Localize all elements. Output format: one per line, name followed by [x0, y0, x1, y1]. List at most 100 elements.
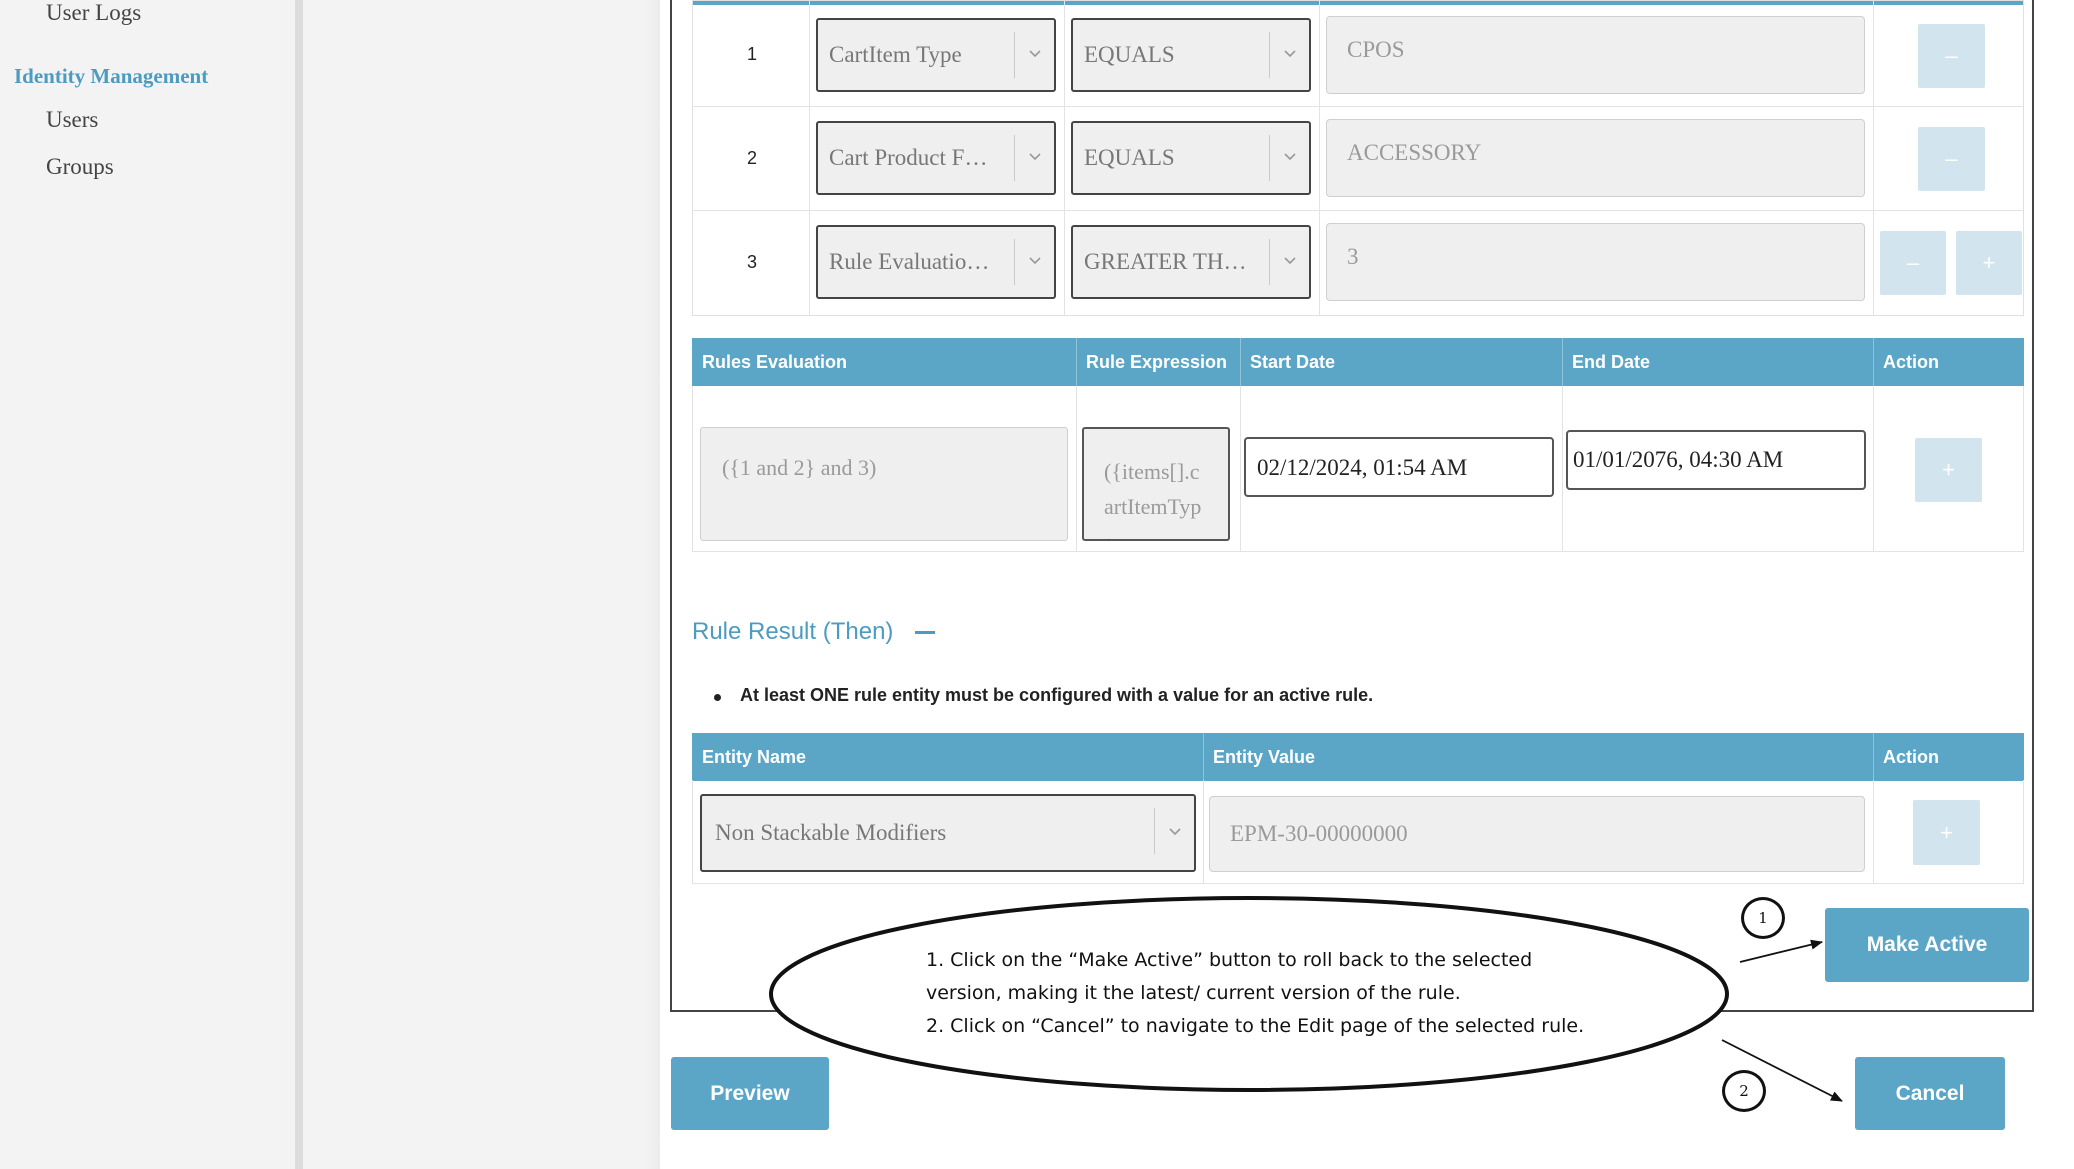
header-action: Action [1883, 747, 1939, 767]
column-divider [1873, 0, 1874, 316]
header-divider [1076, 338, 1077, 386]
entity-name-select[interactable]: Non Stackable Modifiers [700, 794, 1196, 872]
rule-result-section-title: Rule Result (Then) [692, 618, 936, 646]
header-action: Action [1883, 352, 1939, 372]
chevron-down-icon [1029, 153, 1041, 161]
select-separator [1269, 135, 1270, 181]
select-separator [1014, 239, 1015, 285]
add-condition-button[interactable]: + [1956, 231, 2022, 295]
column-divider [1319, 0, 1320, 316]
sidebar: User Logs Identity Management Users Grou… [0, 0, 303, 1169]
entity-value-input[interactable]: EPM-30-00000000 [1209, 796, 1865, 872]
conditions-table-header-bar [693, 1, 2023, 5]
column-divider [1873, 780, 1874, 884]
row-divider [692, 210, 2024, 211]
sidebar-item-user-logs[interactable]: User Logs [46, 0, 141, 26]
textarea-value: ({1 and 2} and 3) [722, 455, 877, 480]
select-value: Rule Evaluatio… [829, 249, 990, 274]
evaluation-table-header: Rules Evaluation Rule Expression Start D… [692, 338, 2024, 386]
sidebar-item-users[interactable]: Users [46, 107, 98, 133]
input-value: CPOS [1347, 37, 1405, 62]
column-divider [1064, 0, 1065, 316]
input-value: 3 [1347, 244, 1359, 269]
condition-operator-select[interactable]: EQUALS [1071, 121, 1311, 195]
chevron-down-icon [1284, 257, 1296, 265]
column-divider [1203, 780, 1204, 884]
section-title-text: Rule Result (Then) [692, 618, 894, 645]
select-separator [1014, 135, 1015, 181]
end-date-input[interactable]: 01/01/2076, 04:30 AM [1566, 430, 1866, 490]
condition-operator-select[interactable]: EQUALS [1071, 18, 1311, 92]
condition-row-number: 1 [746, 44, 757, 64]
header-divider [1240, 338, 1241, 386]
condition-row-number: 3 [746, 252, 757, 272]
condition-value-input[interactable]: ACCESSORY [1326, 119, 1865, 197]
condition-value-input[interactable]: CPOS [1326, 16, 1865, 94]
collapse-icon[interactable] [915, 631, 936, 635]
annotation-text: 1. Click on the “Make Active” button to … [926, 944, 1626, 1043]
select-value: EQUALS [1084, 42, 1175, 67]
content-gutter-shadow [645, 0, 660, 1169]
cancel-button[interactable]: Cancel [1855, 1057, 2005, 1130]
bullet-icon [714, 694, 721, 701]
condition-operator-select[interactable]: GREATER TH… [1071, 225, 1311, 299]
chevron-down-icon [1029, 257, 1041, 265]
sidebar-item-groups[interactable]: Groups [46, 154, 114, 180]
make-active-button[interactable]: Make Active [1825, 908, 2029, 982]
add-evaluation-button[interactable]: + [1915, 438, 1982, 502]
rules-evaluation-textarea[interactable]: ({1 and 2} and 3) [700, 427, 1068, 541]
header-entity-name: Entity Name [702, 747, 807, 767]
select-value: Non Stackable Modifiers [715, 820, 947, 845]
header-divider [1873, 338, 1874, 386]
input-value: 02/12/2024, 01:54 AM [1257, 455, 1468, 480]
content-gutter [303, 0, 660, 1169]
start-date-input[interactable]: 02/12/2024, 01:54 AM [1244, 437, 1554, 497]
remove-condition-button[interactable]: – [1880, 231, 1946, 295]
sidebar-section-identity-management[interactable]: Identity Management [14, 64, 208, 89]
add-entity-button[interactable]: + [1913, 800, 1980, 865]
annotation-line: version, making it the latest/ current v… [926, 982, 1461, 1004]
select-value: Cart Product F… [829, 145, 988, 170]
rule-result-note: At least ONE rule entity must be configu… [714, 685, 1374, 706]
row-divider [692, 106, 2024, 107]
column-divider [1562, 386, 1563, 552]
condition-field-select[interactable]: Cart Product F… [816, 121, 1056, 195]
condition-value-input[interactable]: 3 [1326, 223, 1865, 301]
header-rule-expression: Rule Expression [1086, 352, 1228, 372]
header-divider [1873, 733, 1874, 781]
select-separator [1269, 239, 1270, 285]
condition-row-number: 2 [746, 148, 757, 168]
remove-condition-button[interactable]: – [1918, 24, 1985, 88]
header-divider [1203, 733, 1204, 781]
select-value: EQUALS [1084, 145, 1175, 170]
annotation-marker-2: 2 [1722, 1070, 1766, 1112]
expression-line: ({items[].c [1104, 459, 1200, 484]
input-value: ACCESSORY [1347, 140, 1482, 165]
preview-button[interactable]: Preview [671, 1057, 829, 1130]
column-divider [1873, 386, 1874, 552]
select-value: CartItem Type [829, 42, 962, 67]
condition-field-select[interactable]: CartItem Type [816, 18, 1056, 92]
condition-field-select[interactable]: Rule Evaluatio… [816, 225, 1056, 299]
chevron-down-icon [1169, 828, 1181, 836]
annotation-marker-1: 1 [1741, 897, 1785, 939]
input-value: EPM-30-00000000 [1230, 821, 1408, 846]
header-entity-value: Entity Value [1213, 747, 1316, 767]
note-text: At least ONE rule entity must be configu… [740, 685, 1374, 705]
input-value: 01/01/2076, 04:30 AM [1573, 447, 1784, 472]
header-end-date: End Date [1572, 352, 1651, 372]
chevron-down-icon [1284, 50, 1296, 58]
column-divider [1240, 386, 1241, 552]
column-divider [809, 0, 810, 316]
remove-condition-button[interactable]: – [1918, 127, 1985, 191]
rule-expression-textarea[interactable]: ({items[].c artItemTyp e == [1082, 427, 1230, 541]
entity-table-header: Entity Name Entity Value Action [692, 733, 2024, 781]
select-value: GREATER TH… [1084, 249, 1247, 274]
column-divider [1076, 386, 1077, 552]
select-separator [1269, 32, 1270, 78]
header-start-date: Start Date [1250, 352, 1336, 372]
chevron-down-icon [1029, 50, 1041, 58]
annotation-line: 1. Click on the “Make Active” button to … [926, 949, 1533, 971]
select-separator [1154, 808, 1155, 854]
chevron-down-icon [1284, 153, 1296, 161]
